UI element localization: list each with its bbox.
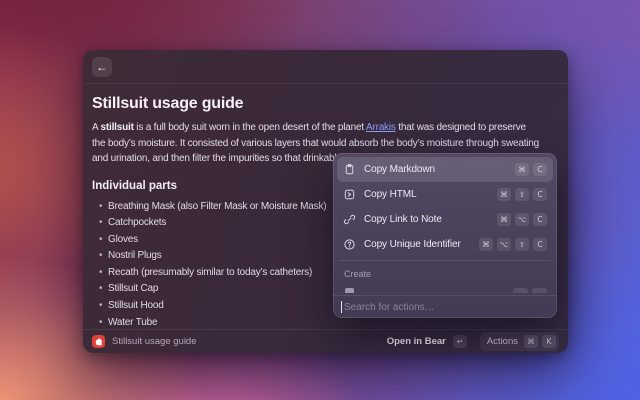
list-item-label: Breathing Mask (also Filter Mask or Mois…	[108, 201, 326, 212]
list-item-label: Nostril Plugs	[108, 250, 162, 261]
menu-item-clipped[interactable]	[337, 282, 553, 293]
menu-divider	[339, 260, 551, 261]
bullet-icon: •	[99, 248, 102, 265]
menu-item-copy-html[interactable]: Copy HTML ⌘ ⇧ C	[337, 182, 553, 207]
key-badge: ⌥	[515, 213, 529, 226]
arrakis-link[interactable]: Arrakis	[366, 122, 396, 133]
action-search-row	[333, 295, 557, 318]
key-badge: ⇧	[515, 238, 529, 251]
paragraph-line: the body’s moisture. It consisted of var…	[92, 136, 556, 152]
actions-keys: ⌘K	[524, 335, 556, 348]
action-menu-list: Copy Markdown⌘CCopy HTML⌘⇧CCopy Link to …	[337, 157, 553, 257]
key-badge: C	[533, 163, 547, 176]
link-icon	[343, 213, 356, 226]
footer-note-title: Stillsuit usage guide	[112, 336, 197, 347]
back-button[interactable]: ←	[92, 57, 112, 77]
menu-item-shortcut: ⌘ ⌥ ⇧ C	[479, 238, 547, 251]
list-item-label: Recath (presumably similar to today’s ca…	[108, 267, 312, 278]
clipped-item-icon	[345, 288, 354, 293]
key-badge: ⌘	[497, 213, 511, 226]
list-item-label: Water Tube	[108, 317, 157, 328]
open-in-bear-button[interactable]: Open in Bear	[387, 336, 446, 347]
list-item-label: Catchpockets	[108, 217, 166, 228]
menu-item-copy-unique-identifier[interactable]: Copy Unique Identifier ⌘ ⌥ ⇧ C	[337, 232, 553, 257]
list-item-label: Stillsuit Cap	[108, 283, 158, 294]
clipped-item-keys	[513, 282, 547, 293]
bullet-icon: •	[99, 265, 102, 282]
action-menu: Copy Markdown⌘CCopy HTML⌘⇧CCopy Link to …	[333, 153, 557, 318]
enter-key-icon: ↵	[453, 335, 467, 348]
footer-bar: Stillsuit usage guide Open in Bear ↵ Act…	[83, 329, 568, 353]
bear-app-icon	[92, 335, 105, 348]
window-header: ←	[83, 50, 568, 84]
search-input[interactable]	[344, 302, 549, 313]
body-text: is a full body suit worn in the open des…	[134, 122, 366, 133]
actions-label: Actions	[487, 336, 518, 347]
key-badge: K	[542, 335, 556, 348]
page-title: Stillsuit usage guide	[92, 95, 556, 113]
menu-item-shortcut: ⌘ ⇧ C	[497, 188, 547, 201]
actions-button[interactable]: Actions ⌘K	[480, 332, 559, 351]
menu-item-shortcut: ⌘ ⌥ C	[497, 213, 547, 226]
key-badge: ⌘	[515, 163, 529, 176]
body-text: A	[92, 122, 101, 133]
back-arrow-icon: ←	[96, 60, 108, 74]
body-text: that was designed to preserve	[396, 122, 526, 133]
question-circle-icon	[343, 238, 356, 251]
key-badge: ⌘	[524, 335, 538, 348]
key-badge: ⇧	[515, 188, 529, 201]
key-badge: C	[533, 188, 547, 201]
bullet-icon: •	[99, 281, 102, 298]
key-badge: ⌘	[497, 188, 511, 201]
list-item-label: Gloves	[108, 234, 138, 245]
key-badge: ⌘	[479, 238, 493, 251]
text-caret	[341, 301, 342, 313]
menu-item-label: Copy HTML	[364, 189, 416, 200]
code-block-icon	[343, 188, 356, 201]
menu-item-copy-markdown[interactable]: Copy Markdown⌘C	[337, 157, 553, 182]
list-item-label: Stillsuit Hood	[108, 300, 164, 311]
create-section-label: Create	[337, 264, 553, 282]
key-badge: C	[533, 238, 547, 251]
body-text: the body’s moisture. It consisted of var…	[92, 138, 539, 149]
menu-item-label: Copy Unique Identifier	[364, 239, 461, 250]
menu-item-shortcut: ⌘C	[515, 163, 547, 176]
paragraph-line: A stillsuit is a full body suit worn in …	[92, 120, 556, 136]
bullet-icon: •	[99, 199, 102, 216]
bullet-icon: •	[99, 232, 102, 249]
key-badge: ⌥	[497, 238, 511, 251]
clipboard-icon	[343, 163, 356, 176]
menu-item-label: Copy Markdown	[364, 164, 435, 175]
menu-item-copy-link-to-note[interactable]: Copy Link to Note ⌘ ⌥ C	[337, 207, 553, 232]
bullet-icon: •	[99, 298, 102, 315]
bold-text: stillsuit	[101, 122, 134, 133]
key-badge: C	[533, 213, 547, 226]
bullet-icon: •	[99, 215, 102, 232]
menu-item-label: Copy Link to Note	[364, 214, 442, 225]
